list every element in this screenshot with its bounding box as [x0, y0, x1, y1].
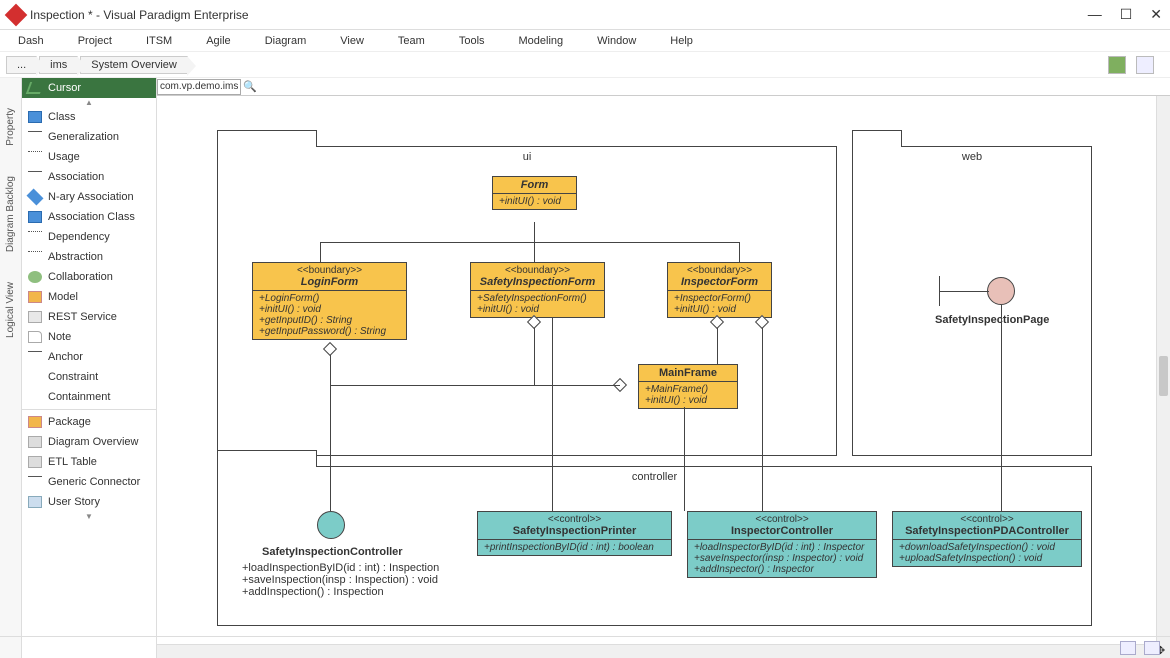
tool-abstraction[interactable]: Abstraction	[22, 247, 156, 267]
tool-model[interactable]: Model	[22, 287, 156, 307]
class-safetyinspectionform[interactable]: <<boundary>>SafetyInspectionForm +Safety…	[470, 262, 605, 318]
window-title: Inspection * - Visual Paradigm Enterpris…	[30, 8, 1088, 22]
menu-tools[interactable]: Tools	[459, 35, 485, 47]
tool-class[interactable]: Class	[22, 107, 156, 127]
breadcrumb-root[interactable]: ...	[6, 56, 37, 74]
tool-constraint[interactable]: Constraint	[22, 367, 156, 387]
minimize-button[interactable]: —	[1088, 6, 1102, 23]
menu-project[interactable]: Project	[78, 35, 112, 47]
search-icon[interactable]: 🔍	[243, 80, 257, 93]
note-icon[interactable]	[1144, 641, 1160, 655]
app-logo	[5, 3, 28, 26]
tool-generalization[interactable]: Generalization	[22, 127, 156, 147]
class-pdacontroller[interactable]: <<control>>SafetyInspectionPDAController…	[892, 511, 1082, 567]
diagram-canvas[interactable]: ui web controller Form +initUI() : void	[157, 96, 1156, 644]
menu-modeling[interactable]: Modeling	[519, 35, 564, 47]
dock-backlog[interactable]: Diagram Backlog	[5, 176, 16, 252]
menu-bar: Dash Project ITSM Agile Diagram View Tea…	[0, 30, 1170, 52]
menu-itsm[interactable]: ITSM	[146, 35, 172, 47]
breadcrumb-leaf[interactable]: System Overview	[80, 56, 188, 74]
class-inspectorcontroller[interactable]: <<control>>InspectorController +loadInsp…	[687, 511, 877, 578]
dock-logical[interactable]: Logical View	[5, 282, 16, 338]
tool-containment[interactable]: Containment	[22, 387, 156, 407]
tool-assoc-class[interactable]: Association Class	[22, 207, 156, 227]
tool-anchor[interactable]: Anchor	[22, 347, 156, 367]
tool-collaboration[interactable]: Collaboration	[22, 267, 156, 287]
tool-palette: Cursor ▲ Class Generalization Usage Asso…	[22, 78, 157, 658]
close-button[interactable]: ✕	[1150, 6, 1162, 23]
switch-icon[interactable]	[1136, 56, 1154, 74]
tool-generic-connector[interactable]: Generic Connector	[22, 472, 156, 492]
menu-agile[interactable]: Agile	[206, 35, 230, 47]
tool-note[interactable]: Note	[22, 327, 156, 347]
dock-property[interactable]: Property	[5, 108, 16, 146]
tool-user-story[interactable]: User Story	[22, 492, 156, 512]
menu-team[interactable]: Team	[398, 35, 425, 47]
tool-cursor[interactable]: Cursor	[22, 78, 156, 98]
scrollbar-vertical[interactable]	[1156, 96, 1170, 644]
class-safetyinspectioncontroller[interactable]	[317, 511, 345, 539]
package-web[interactable]: web	[852, 146, 1092, 456]
class-inspectorform[interactable]: <<boundary>>InspectorForm +InspectorForm…	[667, 262, 772, 318]
tool-diagram-overview[interactable]: Diagram Overview	[22, 432, 156, 452]
tool-etl[interactable]: ETL Table	[22, 452, 156, 472]
menu-help[interactable]: Help	[670, 35, 693, 47]
class-safetyinspectionprinter[interactable]: <<control>>SafetyInspectionPrinter +prin…	[477, 511, 672, 556]
class-form[interactable]: Form +initUI() : void	[492, 176, 577, 210]
menu-window[interactable]: Window	[597, 35, 636, 47]
menu-dash[interactable]: Dash	[18, 35, 44, 47]
class-safetyinspectionpage[interactable]	[987, 277, 1015, 305]
tool-package[interactable]: Package	[22, 412, 156, 432]
announce-icon[interactable]	[1108, 56, 1126, 74]
tool-rest[interactable]: REST Service	[22, 307, 156, 327]
menu-view[interactable]: View	[340, 35, 364, 47]
ops-safetyinspectioncontroller: +loadInspectionByID(id : int) : Inspecti…	[242, 562, 439, 598]
tool-association[interactable]: Association	[22, 167, 156, 187]
tool-dependency[interactable]: Dependency	[22, 227, 156, 247]
tool-usage[interactable]: Usage	[22, 147, 156, 167]
class-mainframe[interactable]: MainFrame +MainFrame() +initUI() : void	[638, 364, 738, 409]
mail-icon[interactable]	[1120, 641, 1136, 655]
address-input[interactable]	[157, 79, 241, 95]
tool-nary[interactable]: N-ary Association	[22, 187, 156, 207]
class-loginform[interactable]: <<boundary>>LoginForm +LoginForm() +init…	[252, 262, 407, 340]
maximize-button[interactable]: ☐	[1120, 6, 1133, 23]
menu-diagram[interactable]: Diagram	[265, 35, 307, 47]
